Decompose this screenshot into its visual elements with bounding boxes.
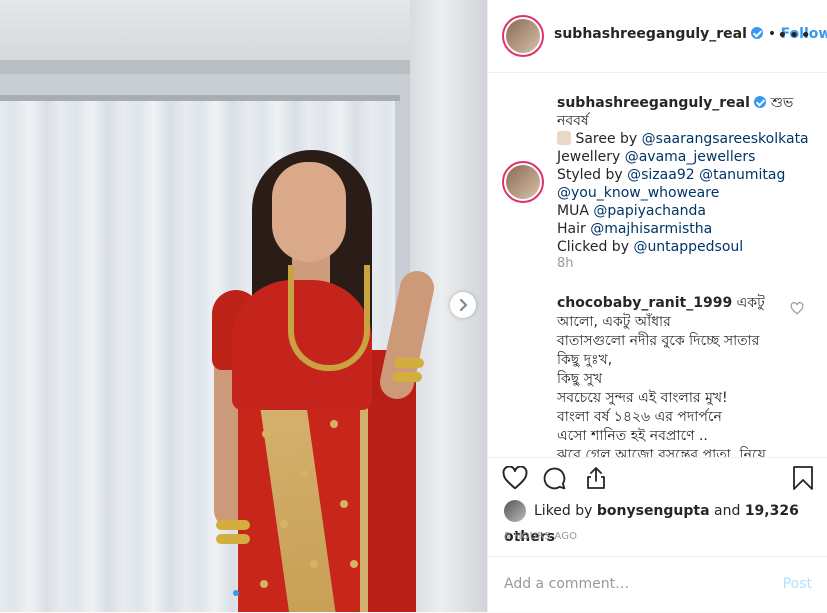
- liker-username[interactable]: bonysengupta: [597, 503, 710, 519]
- caption-line: Saree by @saarangsareeskolkata: [557, 130, 817, 148]
- comment-username[interactable]: chocobaby_ranit_1999: [557, 295, 732, 311]
- action-bar: [488, 457, 827, 498]
- avatar[interactable]: [506, 19, 540, 53]
- comment-line: সবচেয়ে সুন্দর এই বাংলার মুখ!: [557, 390, 728, 406]
- post-timestamp[interactable]: 8 HOURS AGO: [504, 531, 577, 542]
- comment: chocobaby_ranit_1999 একটু আলো, একটু আঁধা…: [557, 294, 792, 457]
- next-image-button[interactable]: [450, 292, 476, 318]
- gold-necklace: [288, 265, 370, 371]
- comments-section[interactable]: subhashreeganguly_real শুভ নববর্ষ Saree …: [488, 72, 827, 457]
- likes-summary: Liked by bonysengupta and 19,326 others: [504, 498, 827, 550]
- emoji-icon: [557, 131, 571, 145]
- caption-line: @you_know_whoweare: [557, 184, 817, 202]
- comment-like-heart-icon[interactable]: [790, 302, 804, 315]
- chevron-right-icon: [459, 298, 468, 312]
- post-header: subhashreeganguly_real • Follow •••: [488, 0, 827, 73]
- mention-link[interactable]: @untappedsoul: [633, 239, 743, 255]
- comment-line: কিছু দুঃখ,: [557, 352, 613, 368]
- mention-link[interactable]: @papiyachanda: [593, 203, 706, 219]
- caption-line: Styled by @sizaa92 @tanumitag: [557, 167, 786, 183]
- comment-line: বাতাসগুলো নদীর বুকে দিচ্ছে সাতার: [557, 333, 760, 349]
- mention-link[interactable]: @saarangsareeskolkata: [642, 131, 809, 147]
- add-comment-box: Add a comment… Post: [488, 556, 827, 613]
- caption-line: Clicked by @untappedsoul: [557, 239, 744, 255]
- caption-time[interactable]: 8h: [557, 256, 574, 271]
- share-icon[interactable]: [584, 465, 608, 491]
- caption: subhashreeganguly_real শুভ নববর্ষ Saree …: [557, 94, 817, 256]
- post-photo[interactable]: [0, 0, 487, 612]
- verified-icon: [754, 96, 767, 108]
- caption-line: MUA @papiyachanda: [557, 203, 706, 219]
- caption-line: Hair @majhisarmistha: [557, 221, 713, 237]
- mention-link[interactable]: @tanumitag: [699, 167, 785, 183]
- mention-link[interactable]: @avama_jewellers: [625, 149, 756, 165]
- mention-link[interactable]: @you_know_whoweare: [557, 185, 719, 201]
- mention-link[interactable]: @majhisarmistha: [590, 221, 712, 237]
- comment-line: ঝরে গেল আজো বসন্তের পাতা, নিয়ে: [557, 447, 766, 457]
- caption-avatar[interactable]: [506, 165, 540, 199]
- instagram-post: subhashreeganguly_real • Follow ••• subh…: [0, 0, 827, 612]
- liker-avatar[interactable]: [504, 500, 526, 522]
- post-sidebar: subhashreeganguly_real • Follow ••• subh…: [487, 0, 827, 612]
- header-username[interactable]: subhashreeganguly_real: [554, 26, 747, 42]
- caption-username[interactable]: subhashreeganguly_real: [557, 95, 750, 111]
- comment-input[interactable]: Add a comment…: [504, 576, 629, 592]
- comment-line: বাংলা বর্ষ ১৪২৬ এর পদার্পনে: [557, 409, 722, 425]
- comment-line: আলো, একটু আঁধার: [557, 314, 671, 330]
- comment-line: এসো শানিত হই নবপ্রাণে ..: [557, 428, 708, 444]
- verified-icon: [751, 27, 764, 39]
- comment-icon[interactable]: [542, 466, 567, 491]
- post-button[interactable]: Post: [783, 576, 812, 592]
- carousel-indicator: [233, 590, 239, 596]
- mention-link[interactable]: @sizaa92: [627, 167, 695, 183]
- woman-face: [272, 162, 346, 262]
- heart-icon[interactable]: [502, 466, 528, 490]
- caption-line: Jewellery @avama_jewellers: [557, 149, 756, 165]
- header-separator: •: [767, 26, 777, 42]
- more-icon[interactable]: •••: [777, 25, 812, 46]
- bookmark-icon[interactable]: [792, 465, 814, 491]
- comment-line: কিছু সুখ: [557, 371, 603, 387]
